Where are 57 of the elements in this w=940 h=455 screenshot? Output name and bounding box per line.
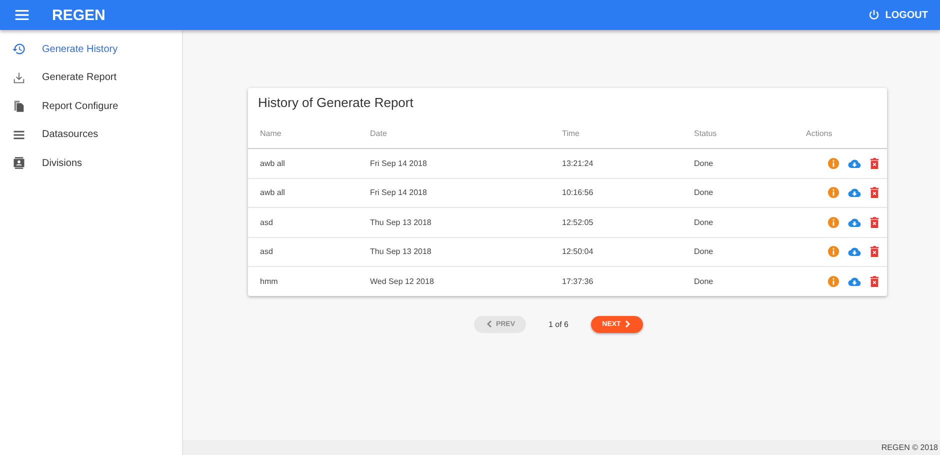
delete-icon[interactable] [870, 246, 879, 258]
table-cell: 17:37:36 [550, 266, 682, 296]
table-cell: Done [682, 178, 794, 208]
table-cell: 10:16:56 [550, 178, 682, 208]
copyright-text: REGEN © 2018 [881, 443, 938, 452]
cloud-download-icon[interactable] [848, 276, 861, 287]
sidebar-item[interactable]: Datasources [0, 120, 182, 149]
chevron-left-icon [486, 320, 492, 328]
card-title: History of Generate Report [257, 94, 414, 112]
delete-icon[interactable] [870, 158, 879, 169]
sidebar-item[interactable]: Report Configure [0, 92, 182, 120]
table-cell: Wed Sep 12 2018 [358, 266, 550, 296]
table-cell: Done [682, 148, 794, 178]
delete-icon[interactable] [870, 216, 879, 228]
column-header: Date [358, 118, 550, 148]
column-header: Status [682, 118, 794, 148]
table-cell: hmm [248, 266, 358, 296]
files-icon [12, 99, 26, 114]
info-icon[interactable] [828, 158, 839, 169]
sidebar-item[interactable]: Generate History [0, 35, 182, 64]
table-cell: Done [682, 208, 794, 237]
table-cell: Done [682, 266, 794, 296]
table-cell: Thu Sep 13 2018 [358, 237, 550, 266]
column-header: Name [248, 118, 358, 148]
cloud-download-icon[interactable] [848, 216, 861, 228]
page-indicator: 1 of 6 [548, 320, 568, 328]
table-cell: asd [248, 237, 358, 266]
table-cell: asd [248, 208, 358, 237]
cloud-download-icon[interactable] [848, 246, 861, 258]
cloud-download-icon[interactable] [848, 158, 861, 169]
info-icon[interactable] [828, 276, 839, 287]
cloud-download-icon[interactable] [848, 187, 861, 198]
sidebar-item[interactable]: Generate Report [0, 64, 182, 92]
table-cell: 13:21:24 [550, 148, 682, 178]
column-header: Time [550, 118, 682, 148]
logout-button[interactable]: LOGOUT [868, 9, 928, 21]
app-title: REGEN [52, 6, 106, 24]
chevron-right-icon [624, 320, 631, 328]
table-cell: Done [682, 237, 794, 266]
info-icon[interactable] [828, 187, 839, 198]
column-header: Actions [794, 118, 887, 148]
table-cell: 12:50:04 [550, 237, 682, 266]
table-cell: Fri Sep 14 2018 [358, 148, 550, 178]
delete-icon[interactable] [870, 187, 879, 198]
table-cell: 12:52:05 [550, 208, 682, 237]
table-cell: awb all [248, 178, 358, 208]
delete-icon[interactable] [870, 276, 879, 287]
contact-card-icon [12, 156, 26, 170]
table-cell: Thu Sep 13 2018 [358, 208, 550, 237]
history-icon [12, 42, 26, 56]
info-icon[interactable] [828, 246, 839, 258]
sidebar-item[interactable]: Divisions [0, 149, 182, 178]
table-cell: Fri Sep 14 2018 [358, 178, 550, 208]
power-icon [868, 9, 880, 21]
info-icon[interactable] [828, 216, 839, 228]
table-cell: awb all [248, 148, 358, 178]
download-icon [12, 70, 26, 85]
